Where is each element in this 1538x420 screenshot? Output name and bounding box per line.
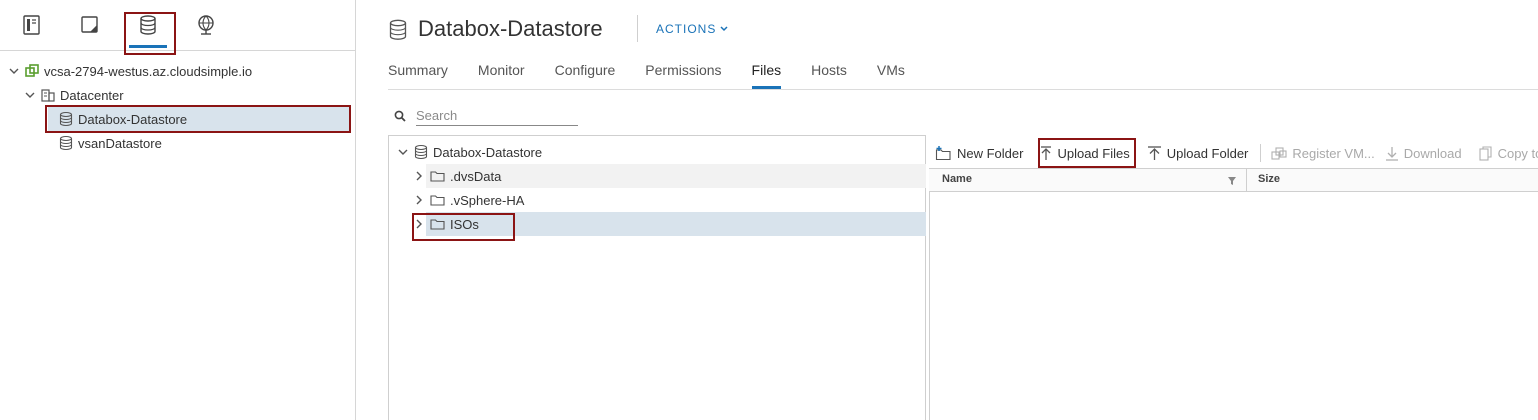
datastore-folder-tree: Databox-Datastore .dvsData .vSphere-HA I… <box>388 135 926 420</box>
column-header-name[interactable]: Name <box>942 173 972 185</box>
tree-label-databox-datastore: Databox-Datastore <box>78 111 188 127</box>
tab-permissions[interactable]: Permissions <box>645 58 721 89</box>
networking-icon[interactable] <box>195 14 217 36</box>
upload-folder-button[interactable]: Upload Folder <box>1147 145 1249 161</box>
selected-row-background <box>426 212 926 236</box>
upload-folder-label: Upload Folder <box>1166 145 1249 161</box>
copy-icon <box>1479 145 1492 161</box>
folder-item-isos[interactable]: ISOs <box>413 213 479 235</box>
vms-templates-icon[interactable] <box>79 14 101 36</box>
actions-label: ACTIONS <box>656 22 717 36</box>
tab-vms[interactable]: VMs <box>877 58 905 89</box>
tree-item-databox-datastore[interactable]: Databox-Datastore <box>58 108 187 130</box>
chevron-down-icon <box>720 26 728 32</box>
vcenter-icon <box>25 64 39 77</box>
search-bar <box>394 106 578 126</box>
register-vm-label: Register VM... <box>1292 145 1375 161</box>
datastore-icon <box>59 135 73 151</box>
tree-item-vcenter[interactable]: vcsa-2794-westus.az.cloudsimple.io <box>8 60 252 82</box>
chevron-down-icon[interactable] <box>24 89 36 101</box>
new-folder-icon <box>935 145 951 160</box>
actions-menu-button[interactable]: ACTIONS <box>656 22 729 36</box>
download-icon <box>1385 146 1398 161</box>
tab-hosts[interactable]: Hosts <box>811 58 847 89</box>
chevron-right-icon[interactable] <box>413 194 425 206</box>
folder-label-isos: ISOs <box>450 216 479 232</box>
tree-item-vsan-datastore[interactable]: vsanDatastore <box>58 132 162 154</box>
file-toolbar: New Folder Upload Files Upload Folder Re… <box>929 140 1538 166</box>
folder-tree-root-label: Databox-Datastore <box>433 144 543 160</box>
new-folder-label: New Folder <box>957 145 1024 161</box>
search-input[interactable] <box>416 106 578 126</box>
grid-border <box>929 168 930 420</box>
datastore-icon <box>59 111 73 127</box>
datastore-icon <box>389 19 407 40</box>
active-tab-indicator <box>129 45 167 48</box>
search-icon <box>394 110 406 122</box>
upload-icon <box>1041 145 1052 160</box>
title-divider <box>637 15 638 42</box>
column-divider[interactable] <box>1246 169 1247 191</box>
filter-icon[interactable] <box>1227 176 1237 186</box>
navigator-panel: vcsa-2794-westus.az.cloudsimple.io Datac… <box>0 0 356 420</box>
tab-monitor[interactable]: Monitor <box>478 58 525 89</box>
datacenter-icon <box>41 89 55 102</box>
upload-files-label: Upload Files <box>1057 145 1130 161</box>
upload-files-button[interactable]: Upload Files <box>1040 145 1130 161</box>
download-button[interactable]: Download <box>1385 146 1462 161</box>
tree-label-vsan-datastore: vsanDatastore <box>78 135 162 151</box>
folder-tree-root[interactable]: Databox-Datastore <box>397 141 542 163</box>
chevron-down-icon[interactable] <box>8 65 20 77</box>
vsphere-client: vcsa-2794-westus.az.cloudsimple.io Datac… <box>0 0 1538 420</box>
navigator-tabs <box>0 0 355 51</box>
new-folder-button[interactable]: New Folder <box>935 145 1024 161</box>
tabs-divider <box>388 89 1538 90</box>
tab-configure[interactable]: Configure <box>555 58 616 89</box>
copy-to-button[interactable]: Copy to <box>1479 146 1538 161</box>
folder-label-dvsdata: .dvsData <box>450 168 502 184</box>
download-label: Download <box>1403 145 1462 161</box>
tree-item-datacenter[interactable]: Datacenter <box>24 84 124 106</box>
folder-icon <box>430 219 445 230</box>
toolbar-divider <box>1260 144 1262 162</box>
object-tabs: Summary Monitor Configure Permissions Fi… <box>388 58 935 90</box>
folder-label-vsphere-ha: .vSphere-HA <box>450 192 525 208</box>
chevron-down-icon[interactable] <box>397 146 409 158</box>
folder-item-dvsdata[interactable]: .dvsData <box>413 165 501 187</box>
folder-icon <box>430 195 445 206</box>
chevron-right-icon[interactable] <box>413 218 425 230</box>
copy-to-label: Copy to <box>1497 145 1538 161</box>
register-vm-button[interactable]: Register VM... <box>1271 145 1375 161</box>
chevron-right-icon[interactable] <box>413 170 425 182</box>
page-title: Databox-Datastore <box>418 16 603 41</box>
column-header-size[interactable]: Size <box>1258 173 1280 185</box>
tree-label-vcenter: vcsa-2794-westus.az.cloudsimple.io <box>44 63 253 79</box>
tab-files[interactable]: Files <box>751 58 781 89</box>
upload-icon <box>1147 145 1161 160</box>
hosts-clusters-icon[interactable] <box>21 14 43 36</box>
files-grid-header: Name Size <box>929 168 1538 192</box>
storage-icon[interactable] <box>137 14 159 36</box>
folder-icon <box>430 171 445 182</box>
register-vm-icon <box>1271 146 1287 160</box>
datastore-icon <box>414 144 428 160</box>
tab-summary[interactable]: Summary <box>388 58 448 89</box>
tree-label-datacenter: Datacenter <box>60 87 124 103</box>
folder-item-vsphere-ha[interactable]: .vSphere-HA <box>413 189 524 211</box>
